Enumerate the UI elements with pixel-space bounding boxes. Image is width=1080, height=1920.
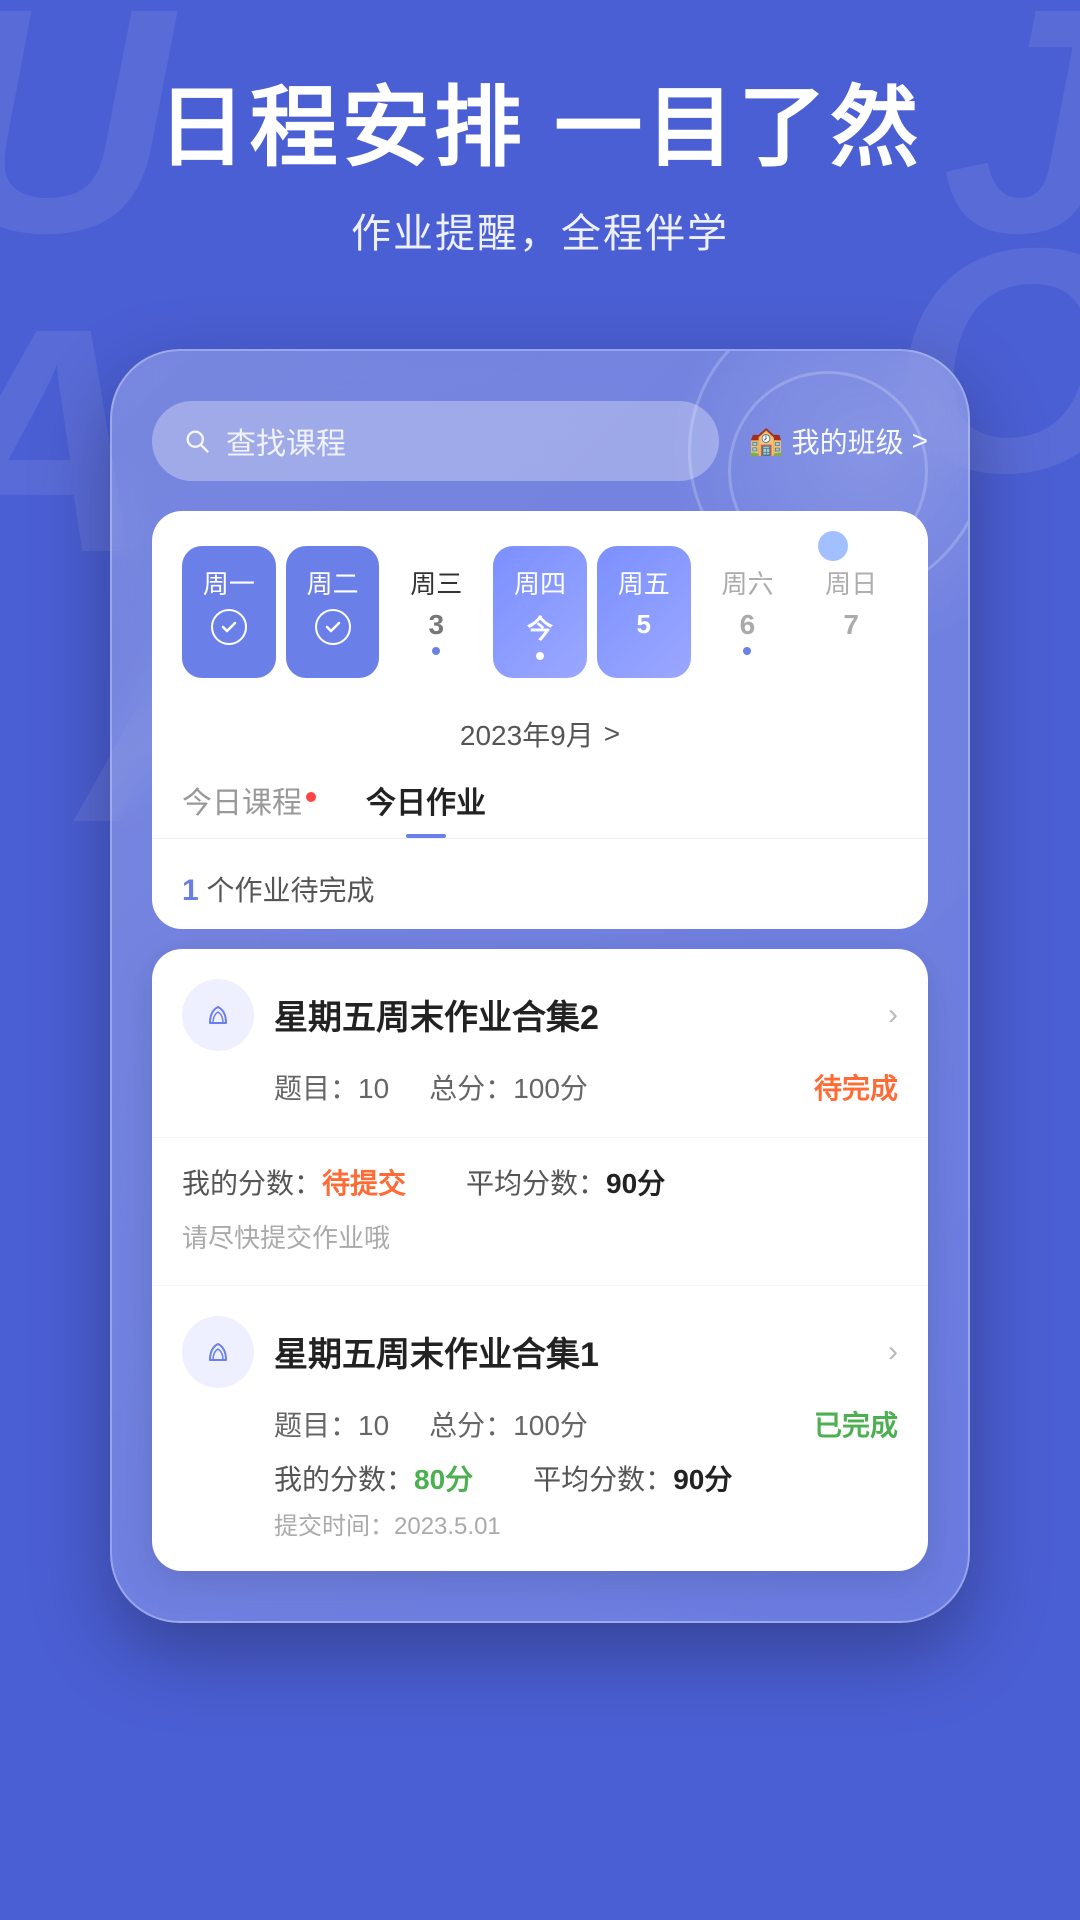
wednesday-dot	[432, 647, 440, 655]
day-thursday[interactable]: 周四 今	[493, 546, 587, 678]
homework-card-1[interactable]: 星期五周末作业合集2 › 题目：10 总分：100分 待完成	[152, 949, 928, 1138]
day-wednesday[interactable]: 周三 3	[389, 546, 483, 678]
hero-title: 日程安排 一目了然	[60, 80, 1020, 177]
search-bar-row: 查找课程 🏫 我的班级 >	[152, 401, 928, 481]
homework-card-2[interactable]: 星期五周末作业合集1 › 题目：10 总分：100分 已完成 我的分数：80分 …	[152, 1286, 928, 1571]
tab-row: 今日课程 今日作业	[152, 778, 928, 839]
search-placeholder: 查找课程	[226, 419, 346, 463]
my-score-1: 待提交	[322, 1168, 406, 1199]
score-row-1: 我的分数：待提交 平均分数：90分	[182, 1162, 898, 1202]
score-section-1: 我的分数：待提交 平均分数：90分 请尽快提交作业哦	[152, 1138, 928, 1286]
hw-status-1: 待完成	[814, 1067, 898, 1107]
saturday-dot	[743, 647, 751, 655]
hw-icon-2	[182, 1316, 254, 1388]
hw-arrow-1: ›	[888, 998, 898, 1032]
my-class-arrow: >	[912, 425, 928, 457]
search-input-wrap[interactable]: 查找课程	[152, 401, 719, 481]
class-icon: 🏫	[749, 424, 784, 457]
my-score-2: 80分	[414, 1464, 473, 1495]
tab-homework[interactable]: 今日作业	[366, 778, 486, 838]
search-icon	[182, 426, 212, 456]
hw-arrow-2: ›	[888, 1335, 898, 1369]
hero-section: 日程安排 一目了然 作业提醒，全程伴学	[0, 0, 1080, 299]
avg-score-1: 90分	[606, 1168, 665, 1199]
score-hint-1: 请尽快提交作业哦	[182, 1218, 898, 1255]
tuesday-check-icon	[315, 609, 351, 645]
my-class-button[interactable]: 🏫 我的班级 >	[749, 421, 928, 461]
score-row-2: 我的分数：80分 平均分数：90分	[182, 1458, 898, 1498]
pending-number: 1	[182, 874, 199, 907]
avg-score-2: 90分	[673, 1464, 732, 1495]
hero-subtitle: 作业提醒，全程伴学	[60, 201, 1020, 259]
hw-status-2: 已完成	[814, 1404, 898, 1444]
month-nav[interactable]: 2023年9月 >	[152, 698, 928, 778]
pending-text: 个作业待完成	[206, 875, 374, 906]
month-arrow: >	[604, 718, 620, 750]
hw-title-2: 星期五周末作业合集1	[274, 1327, 868, 1376]
thursday-dot	[536, 652, 544, 660]
phone-mockup: 查找课程 🏫 我的班级 > 周一	[110, 349, 970, 1623]
pending-count: 1 个作业待完成	[152, 859, 928, 929]
my-class-label: 我的班级	[792, 421, 904, 461]
hw-meta-2: 题目：10 总分：100分 已完成	[182, 1404, 898, 1444]
day-monday[interactable]: 周一	[182, 546, 276, 678]
hw-meta-1: 题目：10 总分：100分 待完成	[182, 1067, 898, 1107]
course-dot	[306, 792, 316, 802]
month-text: 2023年9月	[460, 714, 594, 754]
day-tuesday[interactable]: 周二	[286, 546, 380, 678]
phone-frame: 查找课程 🏫 我的班级 > 周一	[110, 349, 970, 1623]
tab-courses[interactable]: 今日课程	[182, 778, 316, 838]
hw-card-2-header: 星期五周末作业合集1 ›	[182, 1316, 898, 1388]
day-friday[interactable]: 周五 5	[597, 546, 691, 678]
deco-dot	[818, 531, 848, 561]
hw-icon-1	[182, 979, 254, 1051]
hw-title-1: 星期五周末作业合集2	[274, 990, 868, 1039]
homework-section: 星期五周末作业合集2 › 题目：10 总分：100分 待完成 我的分数：待提交 …	[152, 949, 928, 1571]
score-hint-2: 提交时间：2023.5.01	[182, 1506, 898, 1541]
monday-check-icon	[211, 609, 247, 645]
hw-card-1-header: 星期五周末作业合集2 ›	[182, 979, 898, 1051]
